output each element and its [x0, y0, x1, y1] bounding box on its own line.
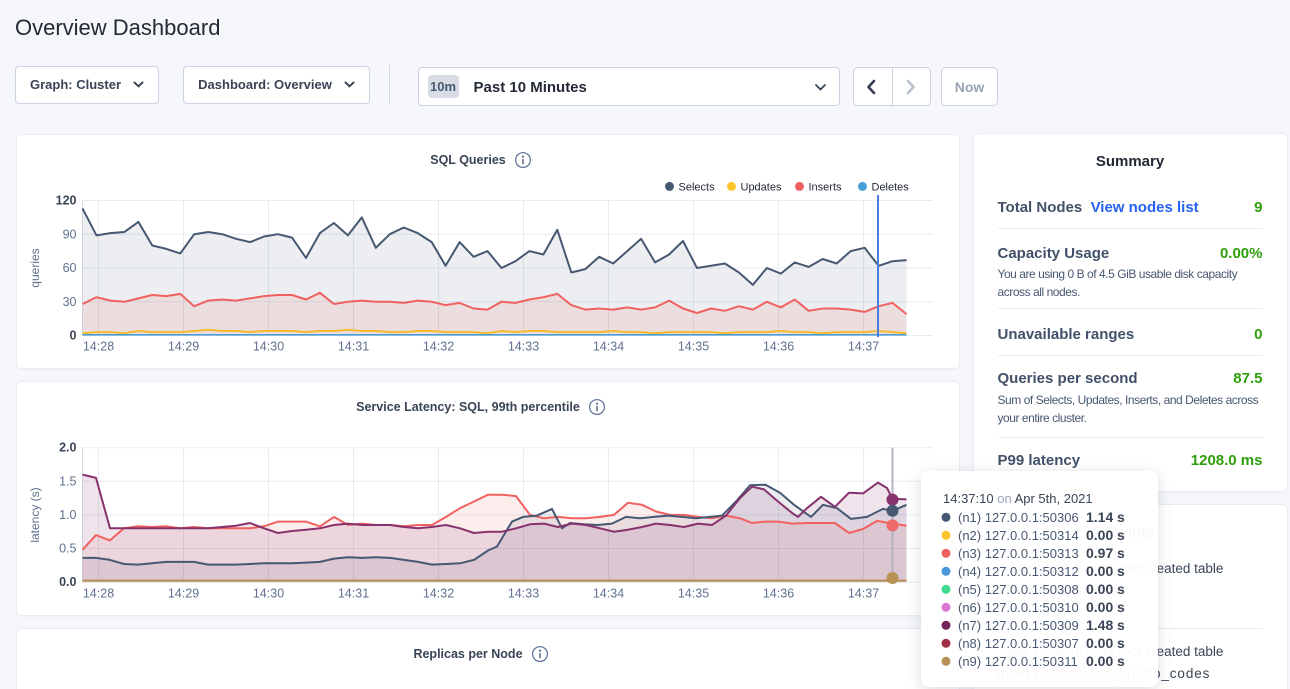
svg-text:(n7) 127.0.0.1:50309: (n7) 127.0.0.1:50309 — [958, 618, 1079, 633]
svg-text:14:29: 14:29 — [167, 586, 198, 600]
svg-text:s: s — [1117, 545, 1125, 561]
svg-text:0.00: 0.00 — [1086, 527, 1113, 543]
svg-text:14:33: 14:33 — [507, 339, 538, 353]
svg-text:(n9) 127.0.0.1:50311: (n9) 127.0.0.1:50311 — [958, 654, 1078, 669]
svg-text:0.00: 0.00 — [1086, 653, 1113, 669]
svg-text:Deletes: Deletes — [871, 181, 909, 193]
svg-text:14:28: 14:28 — [82, 339, 113, 353]
svg-text:(n5) 127.0.0.1:50308: (n5) 127.0.0.1:50308 — [958, 582, 1079, 597]
svg-text:14:34: 14:34 — [592, 339, 623, 353]
svg-text:14:30: 14:30 — [252, 339, 283, 353]
svg-text:14:36: 14:36 — [762, 339, 793, 353]
svg-text:14:36: 14:36 — [762, 586, 793, 600]
svg-text:1.48: 1.48 — [1086, 617, 1113, 633]
svg-text:s: s — [1117, 653, 1125, 669]
svg-text:s: s — [1117, 635, 1125, 651]
svg-text:Updates: Updates — [740, 181, 781, 193]
svg-text:0.5: 0.5 — [59, 541, 76, 555]
svg-text:2.0: 2.0 — [59, 440, 76, 454]
svg-text:14:29: 14:29 — [167, 339, 198, 353]
svg-text:s: s — [1117, 599, 1125, 615]
svg-text:s: s — [1117, 563, 1125, 579]
svg-text:1.0: 1.0 — [59, 507, 76, 521]
svg-text:1.5: 1.5 — [59, 474, 76, 488]
svg-text:s: s — [1117, 617, 1125, 633]
svg-text:14:32: 14:32 — [422, 586, 453, 600]
svg-text:s: s — [1117, 581, 1125, 597]
svg-text:0.0: 0.0 — [59, 575, 76, 589]
svg-text:(n2) 127.0.0.1:50314: (n2) 127.0.0.1:50314 — [958, 528, 1079, 543]
svg-text:14:33: 14:33 — [507, 586, 538, 600]
svg-text:latency (s): latency (s) — [28, 487, 42, 542]
svg-text:14:30: 14:30 — [252, 586, 283, 600]
svg-text:(n8) 127.0.0.1:50307: (n8) 127.0.0.1:50307 — [958, 636, 1079, 651]
svg-text:120: 120 — [55, 193, 76, 207]
svg-text:90: 90 — [62, 227, 76, 241]
svg-text:14:37: 14:37 — [847, 339, 878, 353]
svg-text:0: 0 — [69, 328, 76, 342]
svg-text:(n6) 127.0.0.1:50310: (n6) 127.0.0.1:50310 — [958, 600, 1079, 615]
svg-text:(n3) 127.0.0.1:50313: (n3) 127.0.0.1:50313 — [958, 546, 1079, 561]
svg-text:60: 60 — [62, 261, 76, 275]
svg-text:0.00: 0.00 — [1086, 635, 1113, 651]
svg-text:1.14: 1.14 — [1086, 509, 1113, 525]
svg-text:0.00: 0.00 — [1086, 563, 1113, 579]
svg-text:14:37: 14:37 — [847, 586, 878, 600]
svg-text:queries: queries — [28, 248, 42, 287]
svg-text:14:31: 14:31 — [337, 339, 368, 353]
svg-text:14:35: 14:35 — [677, 339, 708, 353]
svg-text:Selects: Selects — [678, 181, 715, 193]
svg-text:14:32: 14:32 — [422, 339, 453, 353]
svg-text:0.00: 0.00 — [1086, 581, 1113, 597]
svg-text:s: s — [1117, 509, 1125, 525]
svg-text:14:34: 14:34 — [592, 586, 623, 600]
svg-text:0.97: 0.97 — [1086, 545, 1113, 561]
svg-text:30: 30 — [62, 294, 76, 308]
svg-text:s: s — [1117, 527, 1125, 543]
svg-text:14:28: 14:28 — [82, 586, 113, 600]
svg-text:14:35: 14:35 — [677, 586, 708, 600]
svg-text:Inserts: Inserts — [808, 181, 842, 193]
svg-text:(n4) 127.0.0.1:50312: (n4) 127.0.0.1:50312 — [958, 564, 1079, 579]
svg-text:14:31: 14:31 — [337, 586, 368, 600]
svg-text:(n1) 127.0.0.1:50306: (n1) 127.0.0.1:50306 — [958, 510, 1079, 525]
svg-text:0.00: 0.00 — [1086, 599, 1113, 615]
